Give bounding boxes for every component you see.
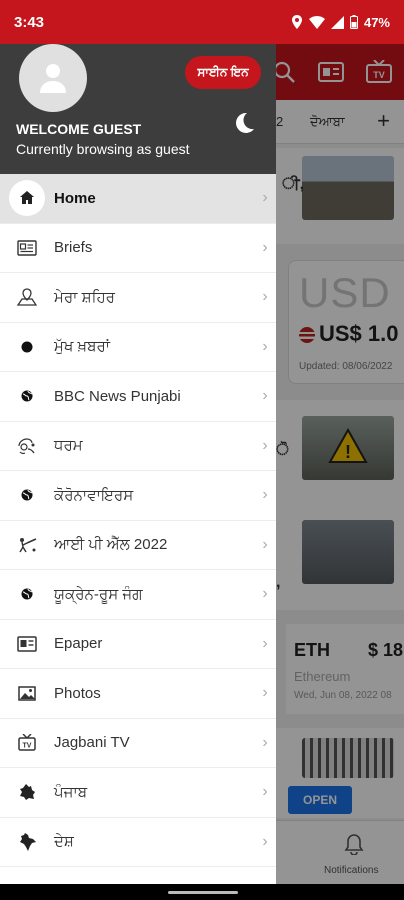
menu-item-label: ਮੇਰਾ ਸ਼ਹਿਰ <box>54 288 115 306</box>
menu-item-bbc-news-punjabi[interactable]: BBC News Punjabi › <box>0 372 276 422</box>
avatar[interactable] <box>19 44 87 112</box>
chevron-right-icon: › <box>262 783 268 801</box>
chevron-right-icon: › <box>262 436 268 454</box>
menu-item-photos[interactable]: Photos › <box>0 669 276 719</box>
menu-item-home[interactable]: Home › <box>0 174 276 224</box>
menu-item-label: Photos <box>54 684 101 702</box>
menu-item-coronavirus[interactable]: ਕੋਰੋਨਾਵਾਇਰਸ › <box>0 471 276 521</box>
drawer-menu: Home › Briefs › ਮੇਰਾ ਸ਼ਹਿਰ › ਮੁੱਖ ਖ਼ਬਰਾਂ… <box>0 174 276 867</box>
drawer-header: ਸਾਈਨ ਇਨ WELCOME GUEST Currently browsing… <box>0 44 276 174</box>
menu-item-country[interactable]: ਦੇਸ਼ › <box>0 818 276 867</box>
menu-item-ukraine-russia-war[interactable]: ਯੂਕ੍ਰੇਨ-ਰੂਸ ਜੰਗ › <box>0 570 276 620</box>
chevron-right-icon: › <box>262 684 268 702</box>
chevron-right-icon: › <box>262 832 268 850</box>
globe-icon <box>21 489 33 501</box>
city-icon <box>17 288 37 306</box>
home-icon <box>20 191 34 205</box>
location-icon <box>291 15 302 29</box>
cricket-icon <box>19 537 37 553</box>
welcome-title: WELCOME GUEST <box>16 121 142 137</box>
menu-item-top-news[interactable]: ਮੁੱਖ ਖ਼ਬਰਾਂ › <box>0 323 276 372</box>
wifi-icon <box>308 15 325 29</box>
chevron-right-icon: › <box>262 733 268 751</box>
menu-item-ipl-2022[interactable]: ਆਈ ਪੀ ਐੱਲ 2022 › <box>0 521 276 570</box>
status-indicators: 47% <box>291 15 390 30</box>
photos-icon <box>18 686 36 701</box>
menu-item-briefs[interactable]: Briefs › <box>0 224 276 273</box>
epaper-icon <box>17 636 37 652</box>
menu-item-label: ਪੰਜਾਬ <box>54 783 88 801</box>
svg-text:TV: TV <box>23 743 32 750</box>
globe-icon <box>21 390 33 402</box>
signin-button[interactable]: ਸਾਈਨ ਇਨ <box>185 56 261 89</box>
menu-item-label: ਯੂਕ੍ਰੇਨ-ਰੂਸ ਜੰਗ <box>54 585 143 603</box>
briefs-icon <box>17 240 37 256</box>
battery-icon <box>349 15 358 29</box>
religion-icon <box>18 438 35 454</box>
menu-item-my-city[interactable]: ਮੇਰਾ ਸ਼ਹਿਰ › <box>0 273 276 323</box>
chevron-right-icon: › <box>262 486 268 504</box>
status-bar: 3:43 47% <box>0 0 404 44</box>
chevron-right-icon: › <box>262 634 268 652</box>
menu-item-label: ਧਰਮ <box>54 437 83 455</box>
status-time: 3:43 <box>14 13 45 31</box>
dark-mode-icon[interactable] <box>232 111 256 135</box>
globe-icon <box>21 588 33 600</box>
india-map-icon <box>20 832 36 851</box>
system-nav-bar <box>0 884 404 900</box>
menu-item-label: ਆਈ ਪੀ ਐੱਲ 2022 <box>54 536 168 554</box>
chevron-right-icon: › <box>262 288 268 306</box>
menu-item-punjab[interactable]: ਪੰਜਾਬ › <box>0 768 276 818</box>
menu-item-jagbani-tv[interactable]: TV Jagbani TV › <box>0 719 276 768</box>
chevron-right-icon: › <box>262 238 268 256</box>
user-icon <box>40 64 66 93</box>
chevron-right-icon: › <box>262 585 268 603</box>
tv-icon: TV <box>18 734 36 751</box>
chevron-right-icon: › <box>262 189 268 207</box>
navigation-drawer: ਸਾਈਨ ਇਨ WELCOME GUEST Currently browsing… <box>0 44 276 884</box>
chevron-right-icon: › <box>262 535 268 553</box>
menu-item-label: ਦੇਸ਼ <box>54 833 74 851</box>
chevron-right-icon: › <box>262 387 268 405</box>
menu-item-religion[interactable]: ਧਰਮ › <box>0 422 276 471</box>
punjab-map-icon <box>20 784 35 801</box>
guest-subtitle: Currently browsing as guest <box>16 141 190 157</box>
menu-item-label: Jagbani TV <box>54 734 130 752</box>
menu-item-label: BBC News Punjabi <box>54 387 181 405</box>
menu-item-label: Home <box>54 189 96 207</box>
signal-icon <box>330 15 344 29</box>
chevron-right-icon: › <box>262 337 268 355</box>
menu-item-label: Epaper <box>54 635 103 653</box>
menu-item-label: ਕੋਰੋਨਾਵਾਇਰਸ <box>54 486 134 504</box>
dot-icon <box>21 341 33 353</box>
menu-item-label: Briefs <box>54 239 93 257</box>
menu-item-epaper[interactable]: Epaper › <box>0 620 276 669</box>
home-gesture-handle[interactable] <box>168 891 238 894</box>
battery-percent: 47% <box>363 14 390 30</box>
menu-item-label: ਮੁੱਖ ਖ਼ਬਰਾਂ <box>54 338 110 356</box>
